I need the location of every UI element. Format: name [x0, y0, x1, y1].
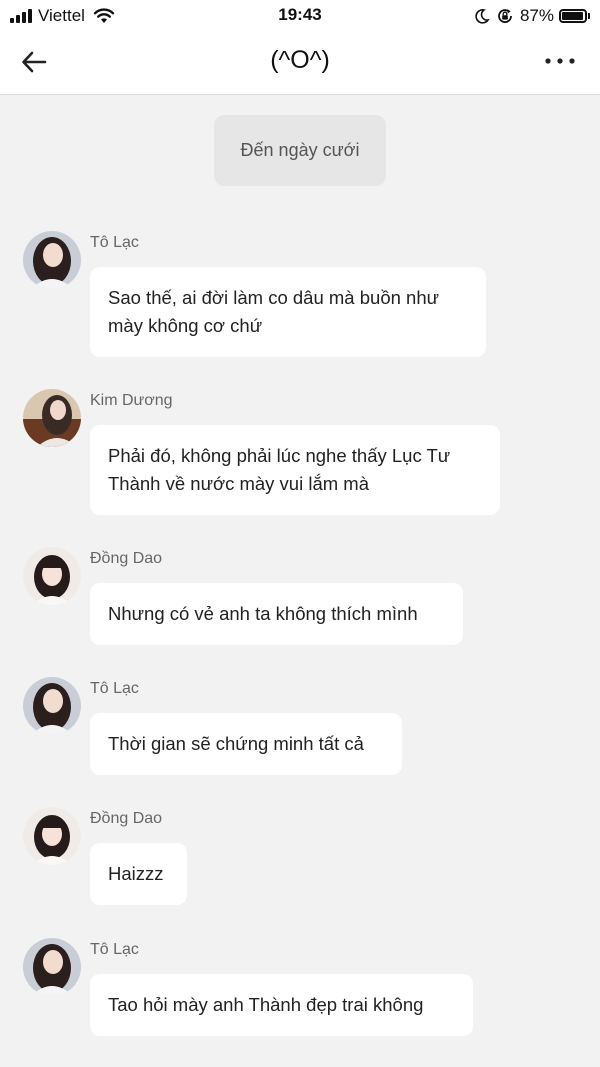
message-bubble[interactable]: Tao hỏi mày anh Thành đẹp trai không — [90, 974, 473, 1036]
sender-name: Tô Lạc — [90, 680, 139, 697]
chat-title: (^O^) — [270, 46, 330, 74]
top-bar: Viettel 19:43 87% (^O^) — [0, 0, 600, 95]
status-right: 87% — [474, 5, 590, 27]
avatar[interactable] — [23, 547, 81, 605]
avatar[interactable] — [23, 389, 81, 447]
battery-level-fill — [562, 12, 583, 20]
battery-cap — [588, 13, 590, 19]
message-bubble[interactable]: Sao thế, ai đời làm co dâu mà buồn như m… — [90, 267, 486, 357]
message-bubble[interactable]: Phải đó, không phải lúc nghe thấy Lục Tư… — [90, 425, 500, 515]
avatar[interactable] — [23, 938, 81, 996]
message-bubble[interactable]: Nhưng có vẻ anh ta không thích mình — [90, 583, 463, 645]
chat-header: (^O^) — [0, 32, 600, 92]
avatar[interactable] — [23, 677, 81, 735]
status-bar: Viettel 19:43 87% — [0, 0, 600, 32]
ellipsis-icon[interactable] — [540, 46, 580, 76]
sender-name: Đồng Dao — [90, 810, 163, 827]
sender-name: Kim Dương — [90, 392, 173, 409]
sender-name: Đồng Dao — [90, 550, 163, 567]
message-bubble[interactable]: Thời gian sẽ chứng minh tất cả — [90, 713, 402, 775]
sender-name: Tô Lạc — [90, 234, 139, 251]
battery-icon — [559, 9, 587, 23]
orientation-lock-icon — [498, 9, 512, 23]
message-bubble[interactable]: Haizzz — [90, 843, 187, 905]
avatar[interactable] — [23, 231, 81, 289]
battery-percent: 87% — [519, 6, 554, 25]
event-chip: Đến ngày cưới — [214, 115, 386, 186]
moon-icon — [475, 9, 490, 24]
sender-name: Tô Lạc — [90, 941, 139, 958]
avatar[interactable] — [23, 807, 81, 865]
